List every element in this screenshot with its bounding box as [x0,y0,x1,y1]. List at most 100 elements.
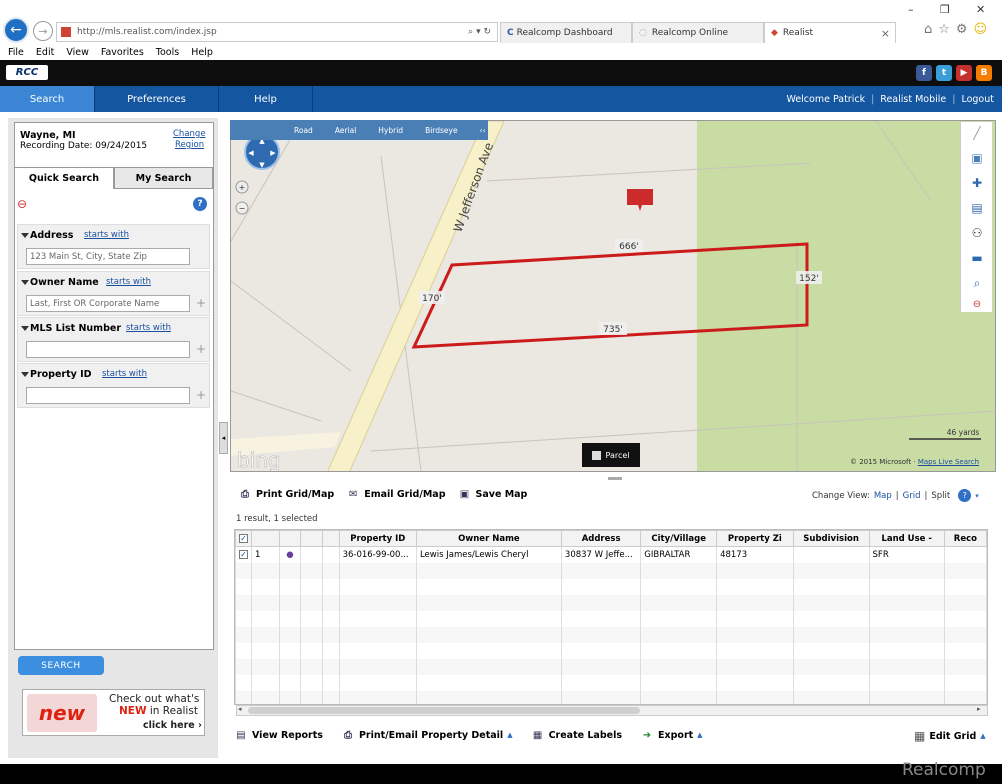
collapse-triangle-icon[interactable] [21,280,29,285]
star-icon[interactable]: ☆ [938,22,956,37]
col-land-use[interactable]: Land Use - [868,530,945,547]
email-grid-map-button[interactable]: ✉ Email Grid/Map [346,488,446,500]
match-mode-link[interactable]: starts with [84,230,129,240]
clear-form-icon[interactable]: ⊖ [17,197,27,211]
search-icon[interactable]: ⌕ ▾ ↻ [468,27,491,37]
col-property-id[interactable]: Property ID [338,530,417,547]
map-tab-aerial[interactable]: Aerial [335,126,356,135]
realist-mobile-link[interactable]: Realist Mobile [880,94,946,105]
help-icon[interactable]: ? [958,489,972,502]
add-icon[interactable]: + [196,296,206,310]
create-labels-button[interactable]: ▦ Create Labels [531,729,622,741]
menu-edit[interactable]: Edit [36,47,54,58]
match-mode-link[interactable]: starts with [102,369,147,379]
collapse-triangle-icon[interactable] [21,233,29,238]
nav-preferences[interactable]: Preferences [95,86,219,112]
edit-grid-button[interactable]: ▦ Edit Grid ▲ [914,729,986,743]
maps-live-search-link[interactable]: Maps Live Search [918,458,979,466]
menu-help[interactable]: Help [191,47,213,58]
menu-file[interactable]: File [8,47,24,58]
view-reports-button[interactable]: ▤ View Reports [234,729,323,741]
chart-icon[interactable]: ▤ [967,199,987,217]
view-grid-link[interactable]: Grid [903,491,921,501]
cell-property-id[interactable]: 36-016-99-00... [338,546,417,563]
tab-my-search[interactable]: My Search [114,167,213,189]
map-tab-hybrid[interactable]: Hybrid [378,126,403,135]
menu-view[interactable]: View [66,47,89,58]
car-icon[interactable]: ▬ [967,249,987,267]
add-icon[interactable]: + [196,388,206,402]
forward-arrow-icon[interactable]: → [33,21,53,41]
match-mode-link[interactable]: starts with [126,323,171,333]
draw-area-icon[interactable]: ▣ [967,149,987,167]
map-tab-birdseye[interactable]: Birdseye [425,126,458,135]
col-subdivision[interactable]: Subdivision [792,530,870,547]
youtube-icon[interactable]: ▶ [956,65,972,81]
select-all-checkbox[interactable]: ✓ [235,530,252,547]
draw-line-icon[interactable]: ╱ [967,124,987,142]
address-input[interactable]: 123 Main St, City, State Zip [26,248,190,265]
collapse-map-tabs-icon[interactable]: ‹‹ [480,126,486,135]
change-region-link[interactable]: Change [173,129,206,139]
back-arrow-icon[interactable]: ← [3,17,29,43]
export-button[interactable]: ➜ Export ▲ [640,729,703,741]
splitter-handle[interactable] [608,477,622,480]
region-link[interactable]: Region [175,140,204,150]
home-icon[interactable]: ⌂ [924,22,938,37]
col-zip[interactable]: Property Zi [716,530,794,547]
tab-close-icon[interactable]: × [881,27,890,40]
location-pin-icon[interactable] [627,189,653,211]
pushpin-icon[interactable]: ✚ [967,174,987,192]
save-map-button[interactable]: ▣ Save Map [458,488,528,500]
view-split-link[interactable]: Split [931,491,950,501]
map-pin-icon[interactable]: ● [278,546,301,563]
blogger-icon[interactable]: B [976,65,992,81]
collapse-triangle-icon[interactable] [21,326,29,331]
print-grid-map-button[interactable]: ⎙ Print Grid/Map [238,488,334,500]
mls-number-input[interactable] [26,341,190,358]
nav-search[interactable]: Search [0,86,95,112]
binoculars-icon[interactable]: ⚇ [967,224,987,242]
collapse-triangle-icon[interactable] [21,372,29,377]
col-address[interactable]: Address [560,530,642,547]
parcel-button[interactable]: Parcel [582,443,640,467]
toolbar-icons[interactable]: ⌂☆⚙☺ [924,22,993,37]
tab-quick-search[interactable]: Quick Search [14,167,114,189]
restore-button[interactable]: ❐ [940,3,950,16]
ad-cta[interactable]: click here › [143,720,202,731]
view-map-link[interactable]: Map [874,491,892,501]
tab-realcomp-dashboard[interactable]: C Realcomp Dashboard [500,22,632,43]
map-tab-road[interactable]: Road [294,126,313,135]
close-window-button[interactable]: ✕ [976,3,985,16]
logout-link[interactable]: Logout [961,94,994,105]
magnifier-icon[interactable]: ⌕ [967,274,987,292]
match-mode-link[interactable]: starts with [106,277,151,287]
whats-new-ad[interactable]: new Check out what's NEW in Realist clic… [22,689,205,736]
scrollbar-thumb[interactable] [248,707,640,714]
nav-help[interactable]: Help [219,86,313,112]
help-icon[interactable]: ? [193,197,207,211]
col-owner-name[interactable]: Owner Name [415,530,562,547]
owner-name-input[interactable]: Last, First OR Corporate Name [26,295,190,312]
tab-realist[interactable]: ◆ Realist × [764,22,896,43]
print-email-detail-button[interactable]: ⎙ Print/Email Property Detail ▲ [341,729,513,741]
minimize-button[interactable]: – [908,3,914,16]
col-reco[interactable]: Reco [943,530,987,547]
property-id-input[interactable] [26,387,190,404]
menu-favorites[interactable]: Favorites [101,47,144,58]
collapse-panel-handle[interactable]: ◂ [219,422,228,454]
smiley-icon[interactable]: ☺ [974,22,994,37]
twitter-icon[interactable]: t [936,65,952,81]
add-icon[interactable]: + [196,342,206,356]
row-checkbox[interactable]: ✓ [235,546,252,563]
rcc-logo[interactable]: RCC [6,65,48,80]
col-city[interactable]: City/Village [640,530,718,547]
welcome-link[interactable]: Welcome Patrick [786,94,865,105]
tab-realcomp-online[interactable]: ◌ Realcomp Online [632,22,764,43]
table-row[interactable]: ✓ 1 ● 36-016-99-00... Lewis James/Lewis … [235,546,987,563]
gear-icon[interactable]: ⚙ [956,22,974,37]
address-bar[interactable]: http://mls.realist.com/index.jsp ⌕ ▾ ↻ [56,22,498,42]
menu-tools[interactable]: Tools [156,47,179,58]
scroll-left-icon[interactable]: ◂ [238,705,242,713]
map-view[interactable]: 666' 152' 735' 170' W Jefferson Ave ▲ ▼ ◀ ▶… [230,120,996,472]
